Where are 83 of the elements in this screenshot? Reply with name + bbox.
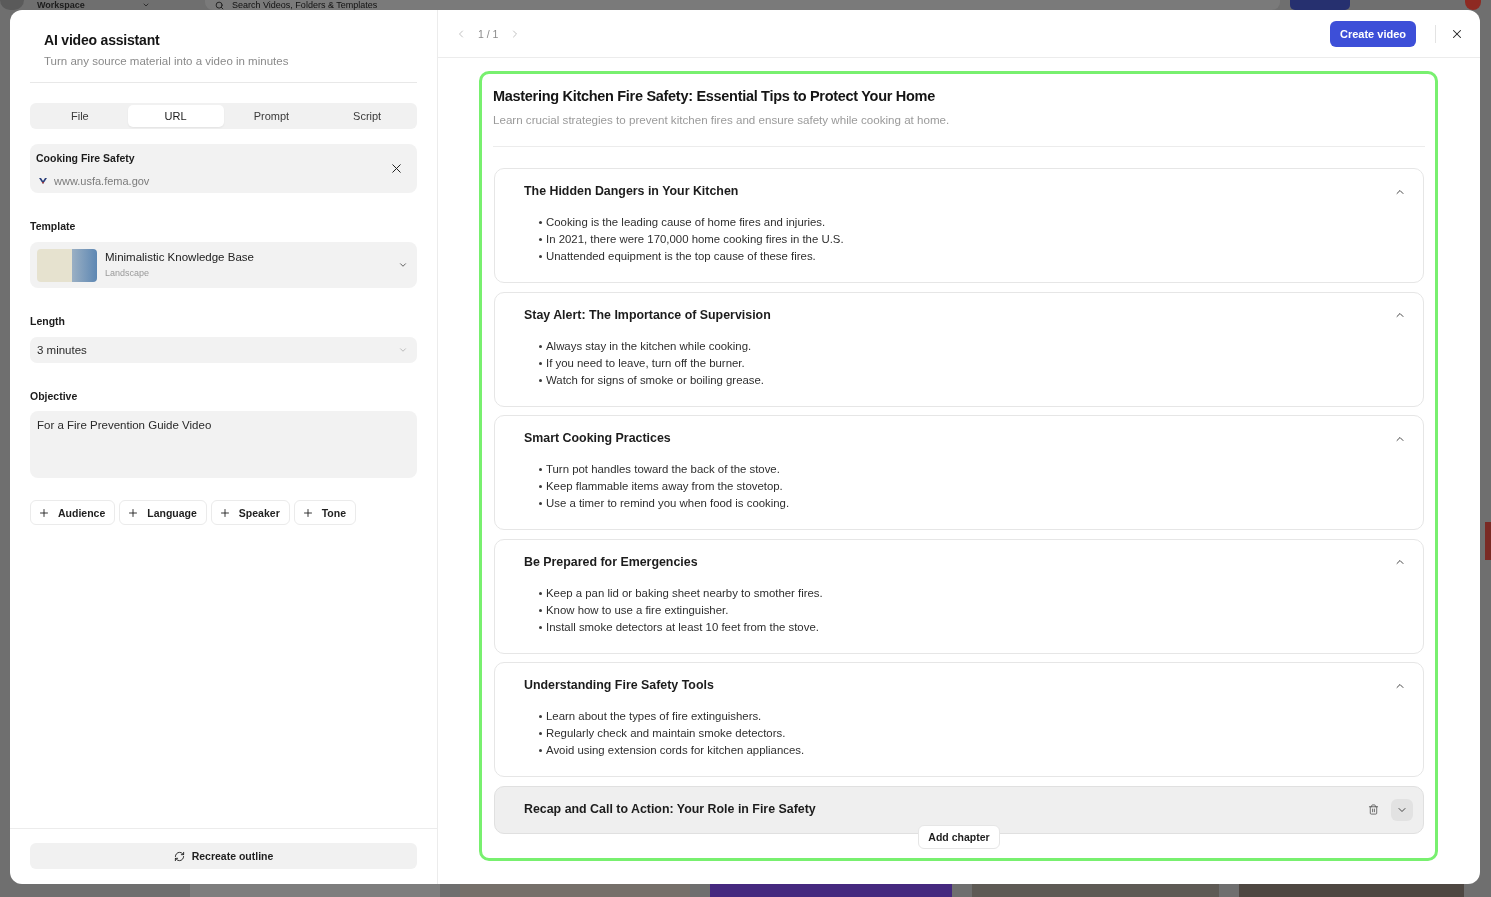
plus-icon [301, 506, 314, 519]
length-select[interactable]: 3 minutes [30, 337, 417, 363]
add-option-button[interactable]: Speaker [210, 500, 290, 525]
close-icon [389, 161, 404, 176]
add-option-button[interactable]: Audience [30, 500, 116, 525]
bullet-icon [539, 749, 542, 752]
field-label: Template [30, 219, 77, 233]
template-name: Minimalistic Knowledge Base [105, 251, 255, 264]
bullet-icon [539, 221, 542, 224]
bullet-text: Unattended equipment is the top cause of these fires. [546, 249, 816, 264]
bullet-text: Keep flammable items away from the stovetop. [546, 479, 783, 494]
header-button[interactable] [1290, 0, 1350, 10]
refresh-icon [173, 850, 185, 862]
chapter-title: Recap and Call to Action: Your Role in Fire Safety [524, 802, 817, 817]
chapter-title: Understanding Fire Safety Tools [524, 678, 715, 693]
bullet-icon [539, 361, 542, 365]
bullet-icon [539, 732, 542, 735]
bullet-icon [539, 378, 542, 382]
workspace-name: Workspace [37, 0, 86, 10]
trash-icon [1368, 804, 1379, 815]
add-option-button[interactable]: Language [119, 500, 207, 525]
template-select[interactable]: Minimalistic Knowledge Base Landscape [30, 242, 417, 288]
template-format: Landscape [105, 268, 151, 279]
bullet-text: Regularly check and maintain smoke detectors. [546, 726, 786, 741]
source-title: Cooking Fire Safety [36, 150, 136, 165]
chevron-down-icon [398, 345, 408, 355]
chapter-toggle-button[interactable] [1391, 798, 1413, 821]
chapter-title: Be Prepared for Emergencies [524, 554, 699, 570]
bullet-text: Turn pot handles toward the back of the stove. [546, 462, 780, 477]
source-tab[interactable]: File [32, 105, 128, 127]
outline-subtitle: Learn crucial strategies to prevent kitchen fires and ensure safety while cooking at home. [493, 113, 951, 127]
recreate-outline-button[interactable]: Recreate outline [30, 843, 417, 869]
bullet-icon [539, 255, 542, 258]
plus-icon [38, 506, 50, 519]
bullet-text: Learn about the types of fire extinguishers. [546, 709, 762, 724]
search-field[interactable]: Search Videos, Folders & Templates [205, 0, 1280, 10]
bullet-text: Avoid using extension cords for kitchen appliances. [546, 743, 805, 758]
outline-title: Mastering Kitchen Fire Safety: Essential Tips to Protect Your Home [493, 87, 936, 105]
source-tab[interactable]: Script [319, 105, 415, 127]
avatar-icon[interactable] [1465, 0, 1481, 10]
source-tab[interactable]: Prompt [223, 105, 320, 127]
page-counter: 1 / 1 [478, 27, 499, 40]
bullet-text: Watch for signs of smoke or boiling grease. [546, 372, 764, 388]
bullet-text: In 2021, there were 170,000 home cooking fires in the U.S. [546, 232, 844, 247]
delete-button[interactable] [1368, 804, 1379, 815]
bullet-text: Install smoke detectors at least 10 feet from the stove. [546, 619, 819, 635]
remove-source-button[interactable] [389, 161, 404, 176]
bullet-icon [539, 715, 542, 718]
bullet-text: Know how to use a fire extinguisher. [546, 602, 729, 618]
chapter-title: Stay Alert: The Importance of Supervision [524, 307, 772, 323]
bullet-icon [539, 608, 542, 612]
bullet-icon [539, 344, 542, 348]
chapter-title: Smart Cooking Practices [524, 431, 672, 446]
field-label: Length [30, 314, 66, 328]
template-thumbnail [37, 248, 97, 282]
photo-placeholder [1485, 522, 1491, 560]
bullet-icon [539, 591, 542, 595]
bullet-text: If you need to leave, turn off the burner. [546, 355, 745, 371]
add-chapter-button[interactable]: Add chapter [918, 824, 1000, 849]
chapter-title: The Hidden Dangers in Your Kitchen [524, 184, 740, 199]
bullet-text: Keep a pan lid or baking sheet nearby to smother fires. [546, 585, 823, 601]
bullet-icon [539, 625, 542, 629]
bullet-text: Always stay in the kitchen while cooking. [546, 338, 752, 354]
panel-title: AI video assistant [44, 32, 161, 49]
add-option-button[interactable]: Tone [293, 500, 357, 525]
chevron-down-icon [398, 260, 408, 270]
source-tab[interactable]: URL [127, 105, 224, 127]
search-icon [215, 1, 224, 10]
bullet-text: Use a timer to remind you when food is cooking. [546, 496, 790, 511]
create-video-button[interactable]: Create video [1329, 20, 1416, 47]
favicon-icon [39, 176, 47, 185]
field-label: Objective [30, 389, 79, 403]
bullet-icon [539, 238, 542, 241]
bullet-text: Cooking is the leading cause of home fires and injuries. [546, 215, 826, 230]
source-url: www.usfa.fema.gov [54, 174, 150, 187]
panel-subtitle: Turn any source material into a video in minutes [44, 54, 290, 68]
logo-icon [0, 0, 24, 10]
plus-icon [218, 506, 231, 519]
bullet-icon [539, 485, 542, 488]
bullet-icon [539, 468, 542, 471]
objective-field[interactable]: For a Fire Prevention Guide Video [30, 411, 417, 478]
plus-icon [127, 506, 140, 519]
bullet-icon [539, 502, 542, 505]
